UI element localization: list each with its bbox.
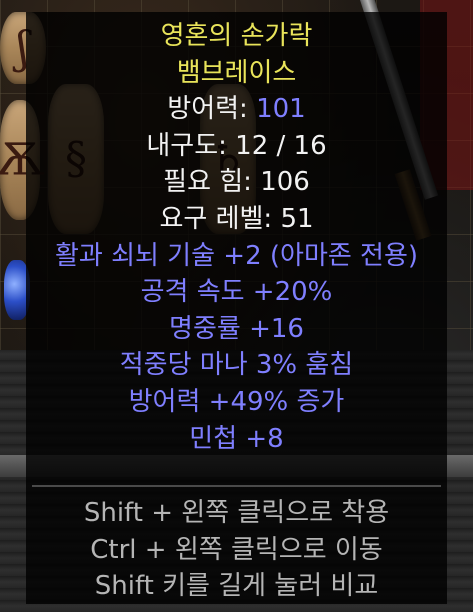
defense-value: 101 (256, 94, 306, 125)
magic-mod: 명중률 +16 (169, 313, 304, 344)
item-tooltip: 영혼의 손가락 뱀브레이스 방어력: 101 내구도: 12 / 16 필요 힘… (26, 12, 447, 604)
magic-mod: 민첩 +8 (189, 423, 284, 454)
tooltip-divider (32, 457, 441, 488)
inventory-scene: ʃ § ♄ Ѫ 영혼의 손가락 뱀브레이스 방어력: 101 내구도: 12 /… (0, 0, 473, 612)
defense-label: 방어력: (167, 94, 257, 125)
durability-stat: 내구도: 12 / 16 (146, 130, 327, 161)
required-strength: 필요 힘: 106 (163, 167, 310, 198)
item-name: 영혼의 손가락 (160, 21, 313, 51)
magic-mod: 활과 쇠뇌 기술 +2 (아마존 전용) (54, 240, 419, 271)
hint-move: Ctrl + 왼쪽 클릭으로 이동 (90, 534, 383, 565)
required-level: 요구 레벨: 51 (159, 203, 314, 234)
item-base-type: 뱀브레이스 (176, 57, 297, 88)
magic-mod: 적중당 마나 3% 훔침 (119, 350, 354, 381)
magic-mod: 방어력 +49% 증가 (128, 386, 345, 417)
hint-compare: Shift 키를 길게 눌러 비교 (94, 571, 379, 602)
defense-stat: 방어력: 101 (26, 91, 447, 128)
hint-equip: Shift + 왼쪽 클릭으로 착용 (83, 498, 390, 529)
magic-mod: 공격 속도 +20% (140, 277, 333, 308)
